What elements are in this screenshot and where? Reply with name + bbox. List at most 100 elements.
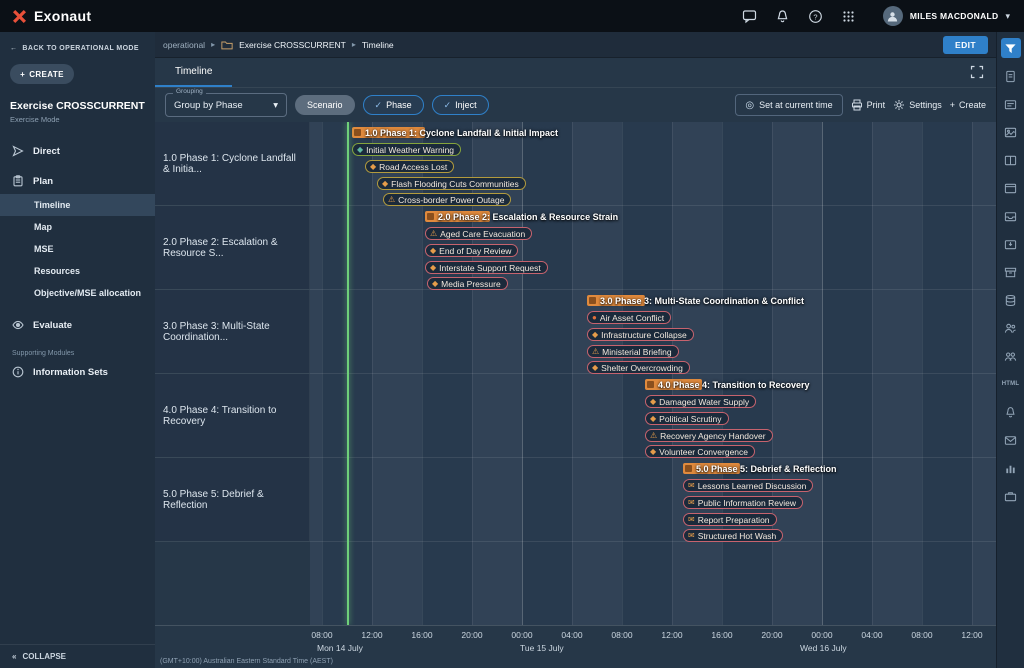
inject-chip-structured-hot-wash[interactable]: ✉ Structured Hot Wash: [683, 529, 783, 542]
axis-time: 00:00: [511, 630, 532, 640]
note-card-icon[interactable]: [1001, 94, 1021, 114]
inject-chip-air-asset-conflict[interactable]: ● Air Asset Conflict: [587, 311, 671, 324]
inject-chip-aged-care-evacuation[interactable]: ⚠ Aged Care Evacuation: [425, 227, 532, 240]
inject-chip-flash-flooding-cuts-communities[interactable]: ◆ Flash Flooding Cuts Communities: [377, 177, 526, 190]
create-button[interactable]: + CREATE: [10, 64, 74, 84]
diamond-icon: ◆: [430, 264, 436, 272]
breadcrumb-timeline[interactable]: Timeline: [362, 40, 394, 50]
user-group-icon[interactable]: [1001, 346, 1021, 366]
user-menu[interactable]: MILES MACDONALD ▾: [873, 0, 1014, 32]
grouping-label: Grouping: [173, 88, 206, 95]
chat-icon[interactable]: [741, 7, 759, 25]
row-label-phase-1[interactable]: 1.0 Phase 1: Cyclone Landfall & Initia..…: [155, 122, 310, 205]
sidebar-item-mse[interactable]: MSE: [0, 238, 155, 260]
inject-chip-end-of-day-review[interactable]: ◆ End of Day Review: [425, 244, 518, 257]
inject-chip-political-scrutiny[interactable]: ◆ Political Scrutiny: [645, 412, 729, 425]
users-icon[interactable]: [1001, 318, 1021, 338]
inject-chip-lessons-learned-discussion[interactable]: ✉ Lessons Learned Discussion: [683, 479, 813, 492]
phase-bar-label: 3.0 Phase 3: Multi-State Coordination & …: [600, 296, 804, 306]
sidebar-item-plan[interactable]: Plan: [0, 168, 155, 194]
inject-chip-initial-weather-warning[interactable]: ◆ Initial Weather Warning: [352, 143, 461, 156]
help-icon[interactable]: ?: [807, 7, 825, 25]
mail-icon[interactable]: [1001, 430, 1021, 450]
row-label-phase-2[interactable]: 2.0 Phase 2: Escalation & Resource S...: [155, 206, 310, 289]
axis-date-mon: Mon 14 July: [317, 643, 363, 653]
bell-icon[interactable]: [1001, 402, 1021, 422]
axis-time: 04:00: [561, 630, 582, 640]
archive-icon[interactable]: [1001, 262, 1021, 282]
bar-chart-icon[interactable]: [1001, 458, 1021, 478]
sidebar-item-objective-mse-allocation[interactable]: Objective/MSE allocation: [0, 282, 155, 304]
inject-chip-shelter-overcrowding[interactable]: ◆ Shelter Overcrowding: [587, 361, 690, 374]
filter-chip-phase[interactable]: ✓ Phase: [363, 95, 424, 115]
inbox-icon[interactable]: [1001, 234, 1021, 254]
sidebar-item-information-sets[interactable]: Information Sets: [0, 359, 155, 385]
phase-icon: [427, 213, 434, 220]
phase-bar-5[interactable]: 5.0 Phase 5: Debrief & Reflection: [683, 463, 740, 474]
set-at-current-time-button[interactable]: ◎ Set at current time: [735, 94, 842, 116]
briefcase-icon[interactable]: [1001, 486, 1021, 506]
notifications-bell-icon[interactable]: [774, 7, 792, 25]
diamond-icon: ◆: [432, 280, 438, 288]
back-to-operational-mode-link[interactable]: ← BACK TO OPERATIONAL MODE: [0, 32, 155, 52]
breadcrumb: operational ▸ Exercise CROSSCURRENT ▸ Ti…: [155, 32, 996, 58]
print-button[interactable]: Print: [851, 99, 886, 111]
folder-icon: [221, 39, 233, 51]
topbar: Exonaut ? MILES MACDONALD ▾: [0, 0, 1024, 32]
database-icon[interactable]: [1001, 290, 1021, 310]
phase-bar-4[interactable]: 4.0 Phase 4: Transition to Recovery: [645, 379, 702, 390]
row-label-phase-3[interactable]: 3.0 Phase 3: Multi-State Coordination...: [155, 290, 310, 373]
inject-chip-interstate-support-request[interactable]: ◆ Interstate Support Request: [425, 261, 548, 274]
inject-chip-road-access-lost[interactable]: ◆ Road Access Lost: [365, 160, 454, 173]
edit-button[interactable]: EDIT: [943, 36, 988, 54]
inject-chip-infrastructure-collapse[interactable]: ◆ Infrastructure Collapse: [587, 328, 694, 341]
sidebar-item-map[interactable]: Map: [0, 216, 155, 238]
apps-grid-icon[interactable]: [840, 7, 858, 25]
create-button-toolbar[interactable]: + Create: [950, 100, 986, 110]
row-label-phase-4[interactable]: 4.0 Phase 4: Transition to Recovery: [155, 374, 310, 457]
settings-button[interactable]: Settings: [893, 99, 942, 111]
panel-icon[interactable]: [1001, 178, 1021, 198]
filter-chip-inject[interactable]: ✓ Inject: [432, 95, 489, 115]
breadcrumb-exercise[interactable]: Exercise CROSSCURRENT: [239, 40, 346, 50]
inject-chip-recovery-agency-handover[interactable]: ⚠ Recovery Agency Handover: [645, 429, 773, 442]
breadcrumb-operational[interactable]: operational: [163, 40, 205, 50]
inject-chip-damaged-water-supply[interactable]: ◆ Damaged Water Supply: [645, 395, 756, 408]
filter-icon[interactable]: [1001, 38, 1021, 58]
inject-chip-volunteer-convergence[interactable]: ◆ Volunteer Convergence: [645, 445, 755, 458]
sidebar-item-evaluate[interactable]: Evaluate: [0, 312, 155, 338]
inject-chip-media-pressure[interactable]: ◆ Media Pressure: [427, 277, 508, 290]
phase-bar-1[interactable]: 1.0 Phase 1: Cyclone Landfall & Initial …: [352, 127, 425, 138]
inject-chip-report-preparation[interactable]: ✉ Report Preparation: [683, 513, 777, 526]
gear-icon: [893, 99, 905, 111]
grouping-select[interactable]: Grouping Group by Phase ▾: [165, 93, 287, 117]
grouping-value: Group by Phase: [174, 100, 243, 111]
filter-chip-scenario[interactable]: Scenario: [295, 95, 355, 115]
inject-chip-cross-border-power-outage[interactable]: ⚠ Cross-border Power Outage: [383, 193, 511, 206]
document-icon[interactable]: [1001, 66, 1021, 86]
exercise-mode-label: Exercise Mode: [0, 112, 155, 124]
sidebar-item-direct[interactable]: Direct: [0, 138, 155, 164]
sidebar-item-timeline[interactable]: Timeline: [0, 194, 155, 216]
collapse-sidebar-button[interactable]: « COLLAPSE: [0, 644, 155, 668]
image-icon[interactable]: [1001, 122, 1021, 142]
inject-chip-ministerial-briefing[interactable]: ⚠ Ministerial Briefing: [587, 345, 679, 358]
phase-bar-3[interactable]: 3.0 Phase 3: Multi-State Coordination & …: [587, 295, 645, 306]
check-icon: ✓: [444, 100, 452, 111]
fullscreen-icon[interactable]: [970, 65, 986, 81]
direct-icon: [12, 145, 24, 157]
tray-icon[interactable]: [1001, 206, 1021, 226]
axis-time: 00:00: [811, 630, 832, 640]
phase-group-row: 4.0 Phase 4: Transition to Recovery 4.0 …: [155, 374, 996, 458]
diamond-icon: ◆: [382, 180, 388, 188]
columns-icon[interactable]: [1001, 150, 1021, 170]
tab-timeline[interactable]: Timeline: [155, 58, 232, 87]
inject-chip-public-information-review[interactable]: ✉ Public Information Review: [683, 496, 803, 509]
html-icon[interactable]: HTML: [1001, 374, 1021, 394]
current-time-indicator[interactable]: [347, 122, 349, 625]
row-label-phase-5[interactable]: 5.0 Phase 5: Debrief & Reflection: [155, 458, 310, 541]
diamond-icon: ◆: [430, 247, 436, 255]
phase-bar-label: 4.0 Phase 4: Transition to Recovery: [658, 380, 810, 390]
phase-bar-2[interactable]: 2.0 Phase 2: Escalation & Resource Strai…: [425, 211, 490, 222]
sidebar-item-resources[interactable]: Resources: [0, 260, 155, 282]
